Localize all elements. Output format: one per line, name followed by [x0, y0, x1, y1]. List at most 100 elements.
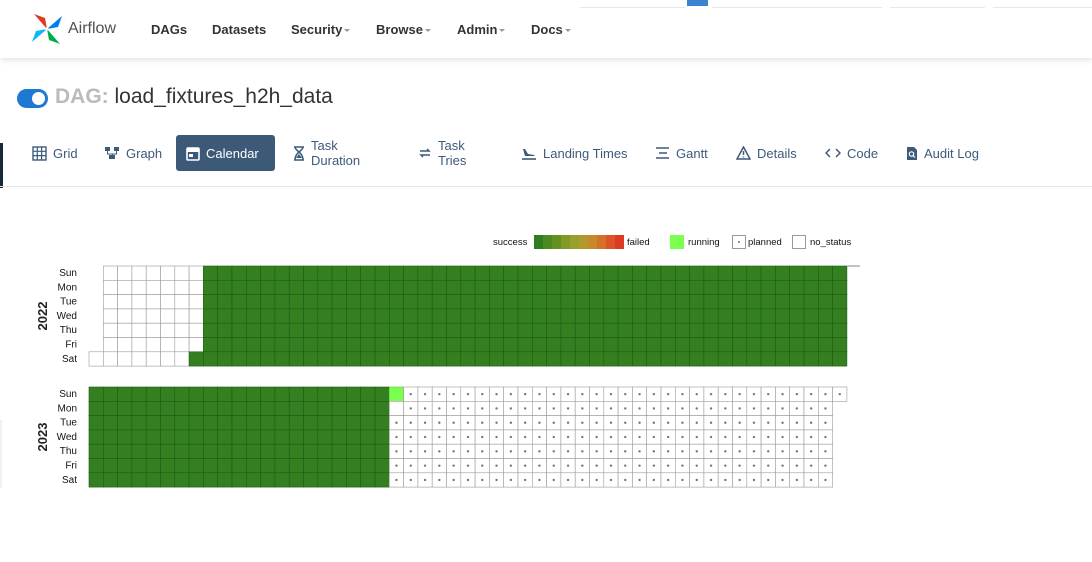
calendar-day-cell[interactable]	[646, 279, 662, 295]
calendar-day-cell[interactable]	[145, 265, 161, 281]
calendar-day-cell[interactable]	[331, 308, 347, 324]
calendar-day-cell[interactable]	[131, 386, 147, 402]
calendar-day-cell[interactable]	[260, 279, 276, 295]
calendar-day-cell[interactable]	[674, 294, 690, 310]
calendar-day-cell[interactable]	[732, 294, 748, 310]
calendar-day-cell[interactable]	[145, 308, 161, 324]
calendar-day-cell[interactable]	[188, 415, 204, 431]
calendar-day-cell[interactable]	[589, 265, 605, 281]
calendar-day-cell[interactable]	[231, 265, 247, 281]
calendar-day-cell[interactable]	[246, 472, 261, 488]
calendar-day-cell[interactable]	[574, 265, 590, 281]
calendar-day-cell[interactable]	[346, 400, 361, 416]
calendar-day-cell[interactable]	[131, 400, 147, 416]
calendar-day-cell[interactable]	[231, 386, 247, 402]
calendar-day-cell[interactable]	[145, 337, 161, 353]
calendar-day-cell[interactable]	[817, 351, 833, 367]
calendar-day-cell[interactable]	[246, 429, 261, 445]
calendar-day-cell[interactable]	[431, 322, 447, 338]
calendar-day-cell[interactable]	[145, 322, 161, 338]
calendar-day-cell[interactable]	[346, 337, 361, 353]
calendar-day-cell[interactable]	[717, 308, 733, 324]
calendar-day-cell[interactable]	[160, 308, 176, 324]
calendar-day-cell[interactable]	[288, 443, 304, 459]
calendar-day-cell[interactable]	[388, 322, 404, 338]
calendar-day-cell[interactable]	[103, 386, 118, 402]
calendar-day-cell[interactable]	[760, 294, 776, 310]
calendar-day-cell[interactable]	[117, 458, 133, 474]
calendar-day-cell[interactable]	[346, 265, 361, 281]
calendar-day-cell[interactable]	[603, 308, 619, 324]
calendar-day-cell[interactable]	[574, 351, 590, 367]
calendar-day-cell[interactable]	[689, 294, 705, 310]
calendar-day-cell[interactable]	[674, 351, 690, 367]
calendar-day-cell[interactable]	[703, 351, 719, 367]
calendar-day-cell[interactable]	[160, 472, 176, 488]
calendar-day-cell[interactable]	[717, 337, 733, 353]
calendar-day-cell[interactable]	[388, 294, 404, 310]
calendar-day-cell[interactable]	[703, 308, 719, 324]
calendar-day-cell[interactable]	[674, 279, 690, 295]
calendar-day-cell[interactable]	[331, 458, 347, 474]
calendar-day-cell[interactable]	[374, 337, 390, 353]
calendar-day-cell[interactable]	[346, 443, 361, 459]
calendar-day-cell[interactable]	[117, 472, 133, 488]
calendar-day-cell[interactable]	[632, 279, 648, 295]
calendar-day-cell[interactable]	[660, 308, 676, 324]
calendar-day-cell[interactable]	[517, 337, 533, 353]
calendar-day-cell[interactable]	[174, 400, 190, 416]
calendar-day-cell[interactable]	[546, 308, 562, 324]
calendar-day-cell[interactable]	[103, 400, 118, 416]
calendar-day-cell[interactable]	[188, 400, 204, 416]
calendar-day-cell[interactable]	[217, 265, 233, 281]
calendar-day-cell[interactable]	[460, 279, 476, 295]
calendar-day-cell[interactable]	[317, 308, 333, 324]
calendar-day-cell[interactable]	[531, 308, 547, 324]
calendar-day-cell[interactable]	[531, 294, 547, 310]
calendar-day-cell[interactable]	[603, 337, 619, 353]
calendar-day-cell[interactable]	[174, 443, 190, 459]
calendar-day-cell[interactable]	[703, 322, 719, 338]
calendar-day-cell[interactable]	[431, 294, 447, 310]
calendar-day-cell[interactable]	[174, 415, 190, 431]
calendar-day-cell[interactable]	[403, 337, 419, 353]
calendar-day-cell[interactable]	[145, 443, 161, 459]
calendar-day-cell[interactable]	[160, 294, 176, 310]
calendar-day-cell[interactable]	[303, 400, 319, 416]
calendar-day-cell[interactable]	[117, 279, 133, 295]
calendar-day-cell[interactable]	[775, 294, 791, 310]
calendar-day-cell[interactable]	[474, 265, 490, 281]
calendar-day-cell[interactable]	[131, 458, 147, 474]
calendar-day-cell[interactable]	[760, 279, 776, 295]
calendar-day-cell[interactable]	[288, 294, 304, 310]
calendar-day-cell[interactable]	[303, 415, 319, 431]
calendar-day-cell[interactable]	[217, 386, 233, 402]
calendar-day-cell[interactable]	[360, 400, 376, 416]
calendar-day-cell[interactable]	[145, 429, 161, 445]
calendar-day-cell[interactable]	[303, 322, 319, 338]
calendar-day-cell[interactable]	[231, 294, 247, 310]
calendar-day-cell[interactable]	[346, 279, 361, 295]
calendar-day-cell[interactable]	[174, 351, 190, 367]
calendar-day-cell[interactable]	[103, 294, 118, 310]
calendar-day-cell[interactable]	[646, 337, 662, 353]
calendar-day-cell[interactable]	[231, 351, 247, 367]
calendar-day-cell[interactable]	[346, 351, 361, 367]
calendar-day-cell[interactable]	[88, 429, 104, 445]
calendar-day-cell[interactable]	[274, 265, 290, 281]
calendar-day-cell[interactable]	[260, 386, 276, 402]
calendar-day-cell[interactable]	[460, 265, 476, 281]
calendar-day-cell[interactable]	[560, 279, 576, 295]
calendar-day-cell[interactable]	[131, 337, 147, 353]
calendar-day-cell[interactable]	[360, 415, 376, 431]
calendar-day-cell[interactable]	[703, 294, 719, 310]
calendar-day-cell[interactable]	[431, 351, 447, 367]
calendar-day-cell[interactable]	[417, 265, 433, 281]
calendar-day-cell[interactable]	[732, 351, 748, 367]
calendar-day-cell[interactable]	[431, 308, 447, 324]
calendar-day-cell[interactable]	[388, 386, 404, 402]
calendar-day-cell[interactable]	[260, 458, 276, 474]
calendar-day-cell[interactable]	[188, 443, 204, 459]
calendar-day-cell[interactable]	[632, 351, 648, 367]
calendar-day-cell[interactable]	[203, 351, 218, 367]
